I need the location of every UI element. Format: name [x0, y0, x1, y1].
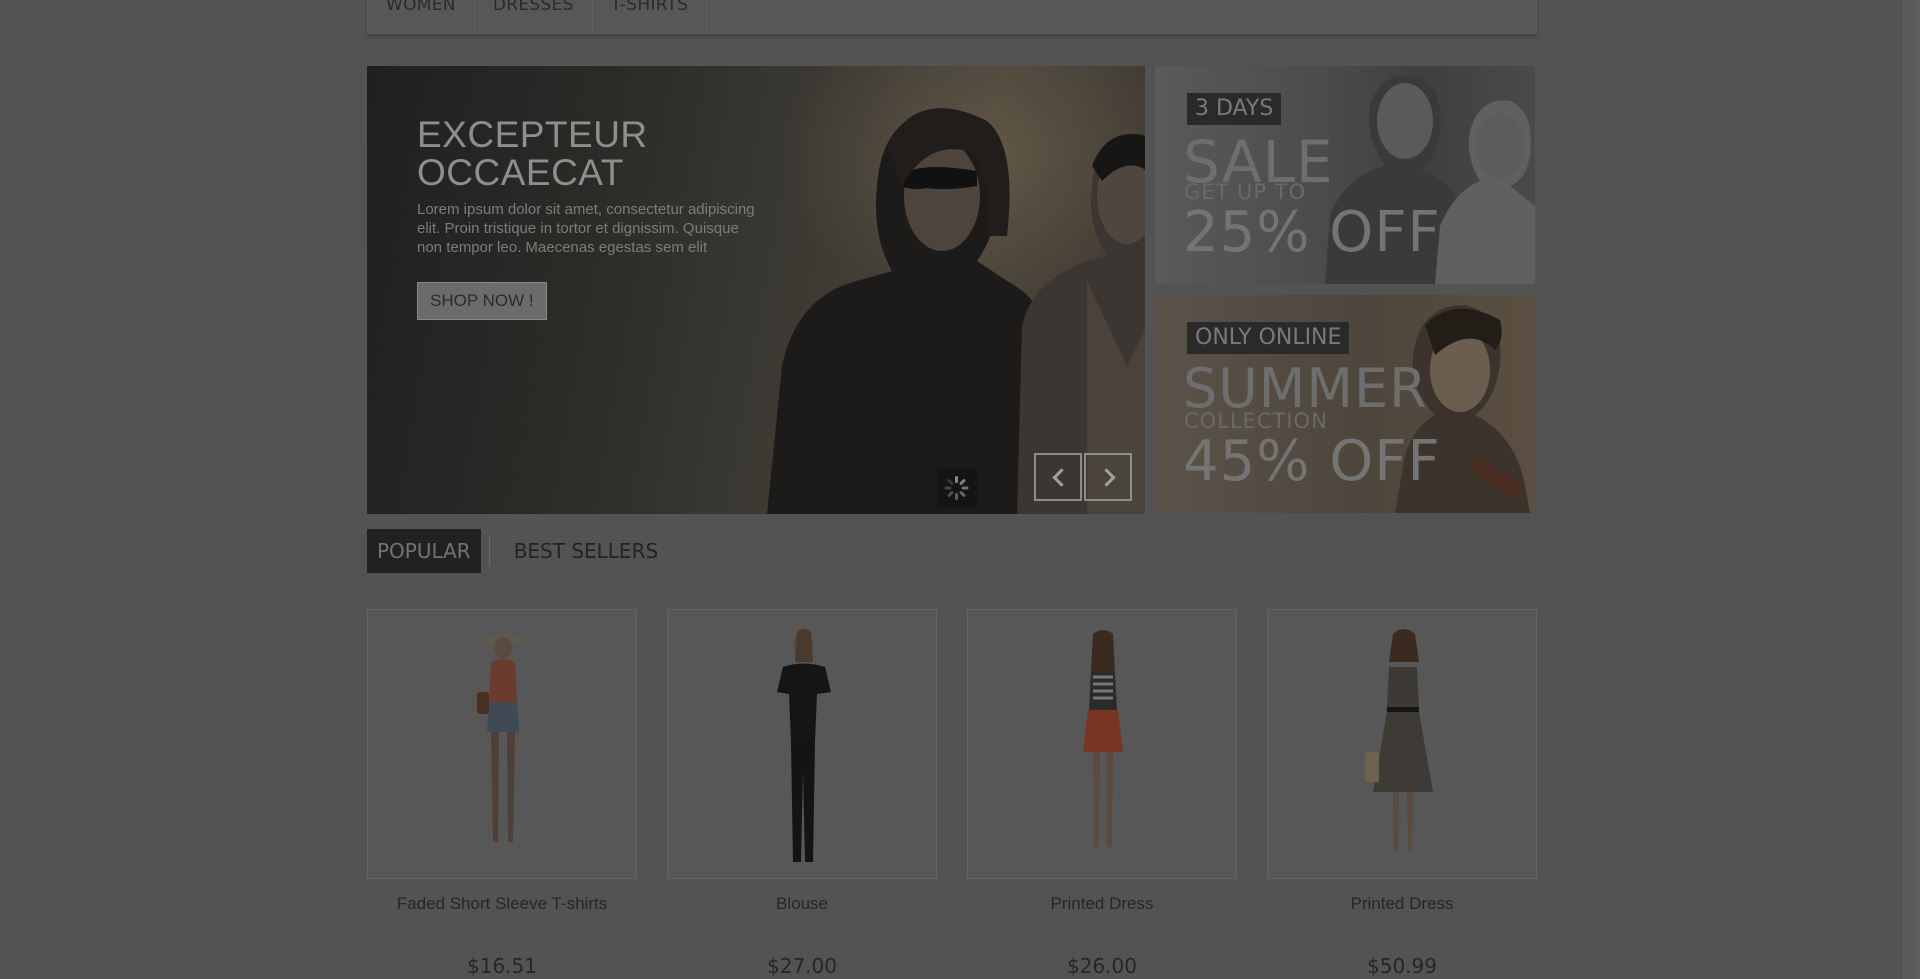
product-photo: [477, 634, 523, 842]
loading-spinner-icon: [937, 468, 977, 508]
tab-best-sellers[interactable]: BEST SELLERS: [504, 529, 668, 573]
product-photo: [1083, 630, 1123, 847]
product-price: $16.51: [467, 954, 537, 978]
product-name[interactable]: Printed Dress: [1267, 894, 1537, 914]
product-image[interactable]: [1267, 609, 1537, 879]
menu-item-t-shirts[interactable]: T-SHIRTS: [593, 0, 708, 33]
page: WOMEN DRESSES T-SHIRTS EXCEPTEUR OCCAECA…: [0, 0, 1920, 979]
product-name[interactable]: Blouse: [667, 894, 937, 914]
slide-title: EXCEPTEUR OCCAECAT: [417, 114, 648, 193]
menu-item-dresses[interactable]: DRESSES: [475, 0, 593, 33]
slider-prev-button[interactable]: [1034, 453, 1082, 501]
menu-item-women[interactable]: WOMEN: [368, 0, 475, 33]
product-photo: [1365, 629, 1433, 852]
scrollbar-thumb[interactable]: [1905, 0, 1918, 979]
promo-discount: 45% OFF: [1183, 429, 1441, 494]
product-card: Faded Short Sleeve T-shirts $16.51: [367, 609, 637, 978]
product-name[interactable]: Faded Short Sleeve T-shirts: [367, 894, 637, 914]
tab-popular[interactable]: POPULAR: [367, 529, 481, 573]
promo-discount: 25% OFF: [1183, 200, 1441, 265]
top-menu: WOMEN DRESSES T-SHIRTS: [367, 0, 1537, 34]
promo-tag: 3 DAYS: [1187, 93, 1282, 125]
product-price: $27.00: [767, 954, 837, 978]
product-card: Printed Dress $50.99: [1267, 609, 1537, 978]
product-image[interactable]: [367, 609, 637, 879]
product-image[interactable]: [667, 609, 937, 879]
shop-now-button[interactable]: SHOP NOW !: [417, 282, 547, 320]
product-tabs: POPULAR BEST SELLERS: [367, 529, 682, 573]
slide-description: Lorem ipsum dolor sit amet, consectetur …: [417, 201, 755, 256]
slider-next-button[interactable]: [1084, 453, 1132, 501]
product-price: $50.99: [1367, 954, 1437, 978]
product-price: $26.00: [1067, 954, 1137, 978]
homepage-slider: EXCEPTEUR OCCAECAT Lorem ipsum dolor sit…: [367, 66, 1145, 514]
promo-banner-summer[interactable]: ONLY ONLINE SUMMER COLLECTION 45% OFF: [1155, 295, 1535, 513]
product-card: Blouse $27.00: [667, 609, 937, 978]
product-photo: [777, 629, 831, 862]
promo-banner-sale[interactable]: 3 DAYS SALE GET UP TO 25% OFF: [1155, 66, 1535, 284]
product-image[interactable]: [967, 609, 1237, 879]
product-card: Printed Dress $26.00: [967, 609, 1237, 978]
tab-divider: [488, 536, 490, 566]
promo-tag: ONLY ONLINE: [1187, 322, 1350, 354]
product-name[interactable]: Printed Dress: [967, 894, 1237, 914]
